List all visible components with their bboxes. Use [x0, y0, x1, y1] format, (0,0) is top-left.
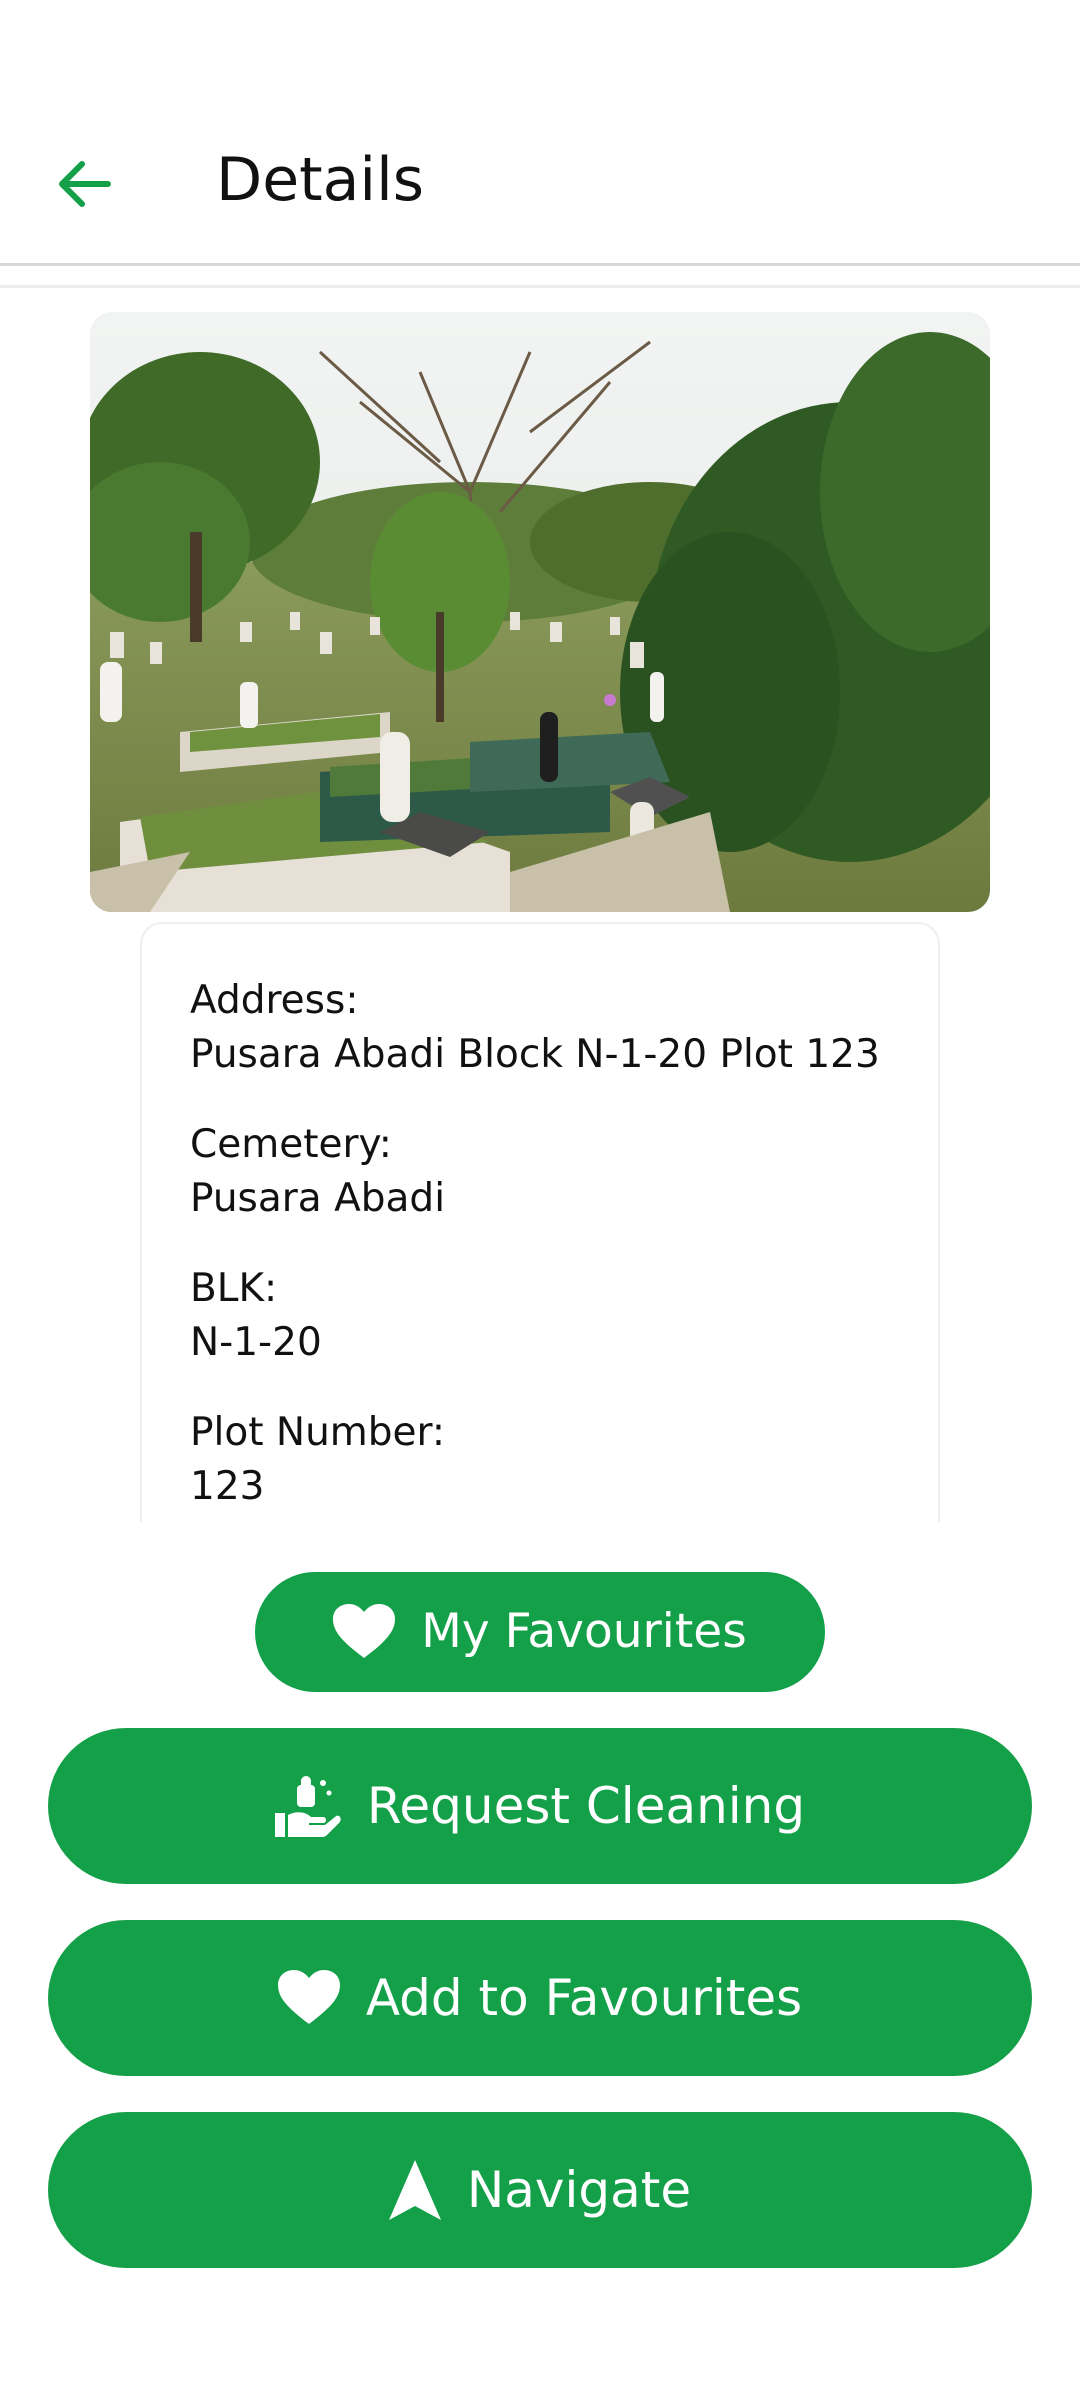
- request-cleaning-label: Request Cleaning: [366, 1777, 806, 1835]
- my-favourites-label: My Favourites: [421, 1604, 747, 1659]
- address-group: Address: Pusara Abadi Block N-1-20 Plot …: [190, 974, 880, 1082]
- back-button[interactable]: [34, 134, 134, 234]
- heart-icon: [277, 1970, 340, 2026]
- header-divider: [0, 263, 1080, 266]
- blk-label: BLK:: [190, 1266, 278, 1311]
- plot-number-label: Plot Number:: [190, 1410, 446, 1455]
- page-title: Details: [216, 145, 425, 215]
- arrow-left-icon: [59, 161, 111, 207]
- plot-number-value: 123: [190, 1464, 265, 1509]
- cemetery-value: Pusara Abadi: [190, 1176, 446, 1221]
- cemetery-label: Cemetery:: [190, 1122, 392, 1167]
- add-to-favourites-button[interactable]: Add to Favourites: [48, 1920, 1032, 2076]
- details-card: Address: Pusara Abadi Block N-1-20 Plot …: [140, 922, 940, 1522]
- request-cleaning-button[interactable]: Request Cleaning: [48, 1728, 1032, 1884]
- cemetery-group: Cemetery: Pusara Abadi: [190, 1118, 445, 1226]
- address-label: Address:: [190, 978, 359, 1023]
- header-divider-secondary: [0, 285, 1080, 288]
- navigate-label: Navigate: [466, 2161, 692, 2219]
- navigate-button[interactable]: Navigate: [48, 2112, 1032, 2268]
- cemetery-photo: [90, 312, 990, 912]
- plot-number-group: Plot Number: 123: [190, 1406, 445, 1514]
- address-value: Pusara Abadi Block N-1-20 Plot 123: [190, 1032, 880, 1077]
- add-to-favourites-label: Add to Favourites: [365, 1969, 803, 2027]
- heart-icon: [333, 1604, 396, 1660]
- blk-value: N-1-20: [190, 1320, 322, 1365]
- navigation-arrow-icon: [388, 2160, 441, 2220]
- cleaning-hand-icon: [274, 1773, 341, 1839]
- blk-group: BLK: N-1-20: [190, 1262, 322, 1370]
- my-favourites-button[interactable]: My Favourites: [255, 1572, 825, 1692]
- app-bar: Details: [0, 0, 1080, 264]
